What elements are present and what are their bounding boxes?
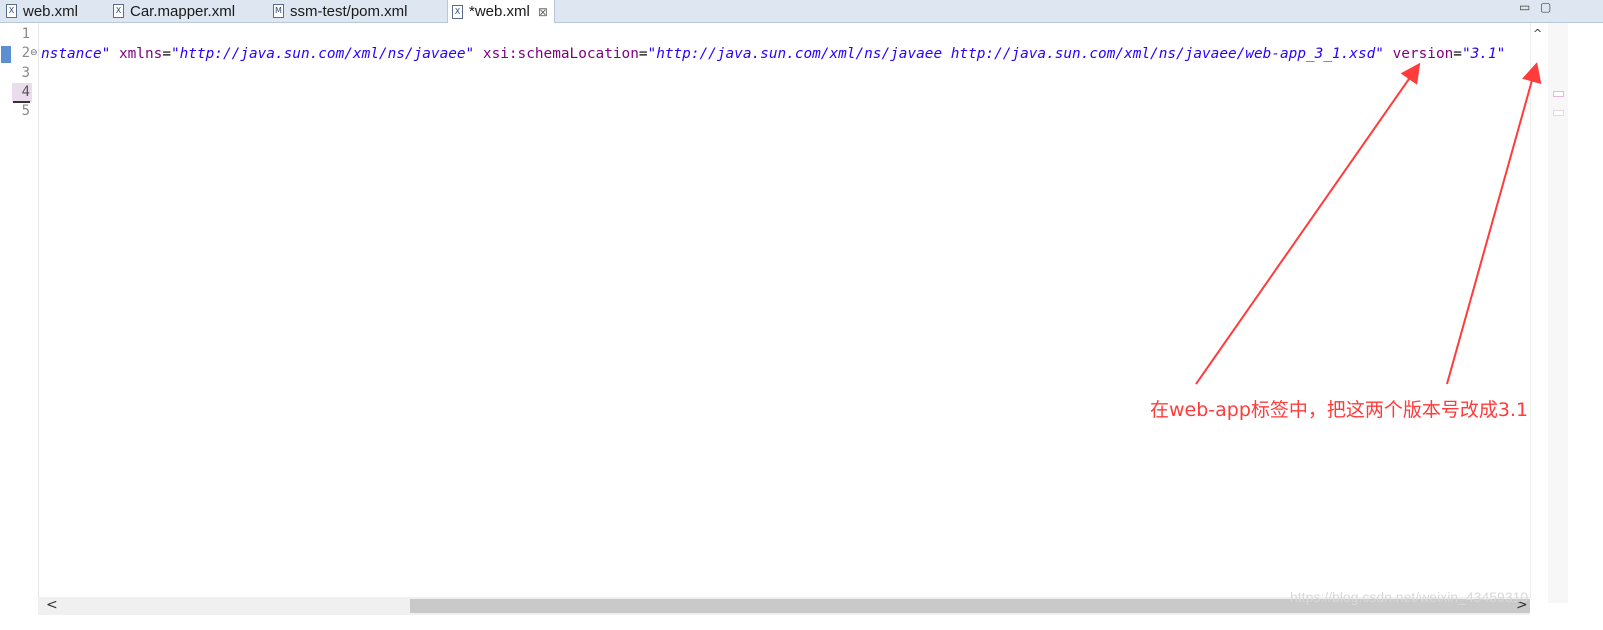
arrow-to-xsd — [1195, 62, 1421, 385]
annotation-arrows — [1195, 62, 1542, 385]
arrow-to-version — [1446, 62, 1542, 385]
watermark-text: https://blog.csdn.net/weixin_43459310 — [1290, 589, 1529, 605]
annotation-text: 在web-app标签中，把这两个版本号改成3.1 — [1150, 399, 1529, 421]
